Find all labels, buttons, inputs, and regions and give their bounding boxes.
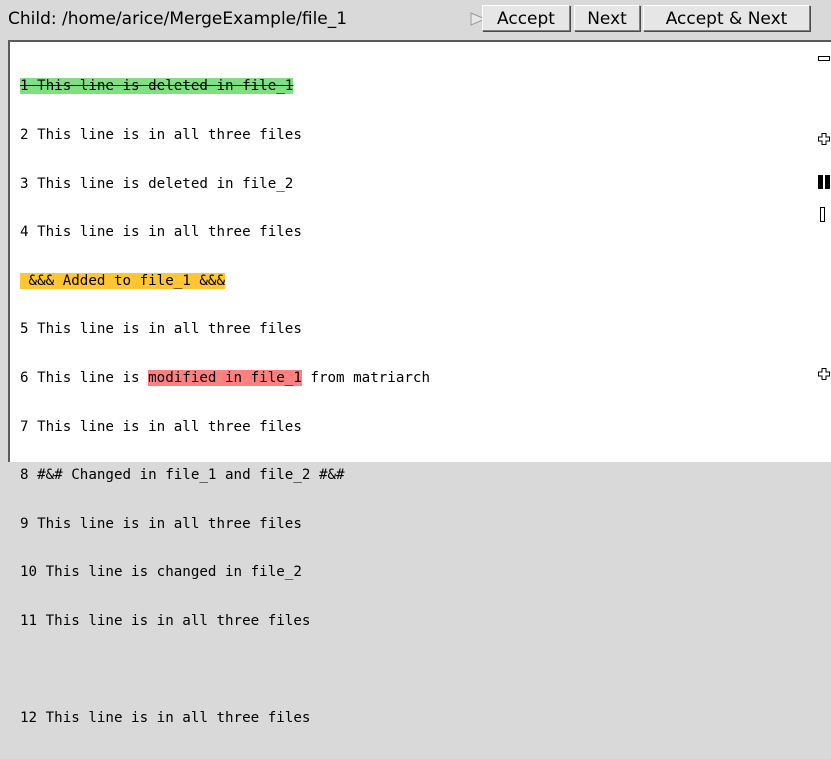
plus-marker-icon [818, 368, 830, 380]
bracket-marker-icon [820, 207, 825, 222]
code-line: 3 This line is deleted in file_2 [20, 175, 294, 192]
code-line: 9 This line is in all three files [20, 515, 302, 532]
accept-next-button[interactable]: Accept & Next [643, 5, 810, 31]
code-line: &&& Added to file_1 &&& [20, 272, 430, 289]
code-line: 11 This line is in all three files [20, 612, 311, 629]
code-text: from matriarch [301, 369, 430, 386]
child-path-label: Child: /home/arice/MergeExample/file_1 [8, 9, 348, 29]
plus-marker-icon [818, 133, 830, 145]
code-line: 6 This line is modified in file_1 from m… [20, 369, 430, 386]
deleted-line: 1 This line is deleted in file_1 [20, 78, 294, 95]
code-line: 5 This line is in all three files [20, 321, 302, 338]
merge-text: 1 This line is deleted in file_1 2 This … [20, 46, 430, 759]
minus-marker-icon [818, 56, 830, 61]
modified-text: modified in file_1 [148, 369, 302, 386]
block-marker-icon [818, 175, 830, 189]
code-line: 7 This line is in all three files [20, 418, 302, 435]
added-line: &&& Added to file_1 &&& [20, 272, 225, 289]
code-line: 12 This line is in all three files [20, 710, 311, 727]
merge-text-pane[interactable]: 1 This line is deleted in file_1 2 This … [8, 40, 831, 726]
code-line: 10 This line is changed in file_2 [20, 564, 302, 581]
code-line: 2 This line is in all three files [20, 127, 302, 143]
next-button[interactable]: Next [574, 5, 640, 31]
accept-button[interactable]: Accept [482, 5, 570, 31]
code-text: 6 This line is [20, 369, 149, 386]
toolbar: Child: /home/arice/MergeExample/file_1 A… [0, 0, 831, 38]
code-line: 8 #&# Changed in file_1 and file_2 #&# [20, 467, 345, 484]
code-line: 4 This line is in all three files [20, 224, 302, 241]
code-line: 1 This line is deleted in file_1 [20, 78, 430, 95]
